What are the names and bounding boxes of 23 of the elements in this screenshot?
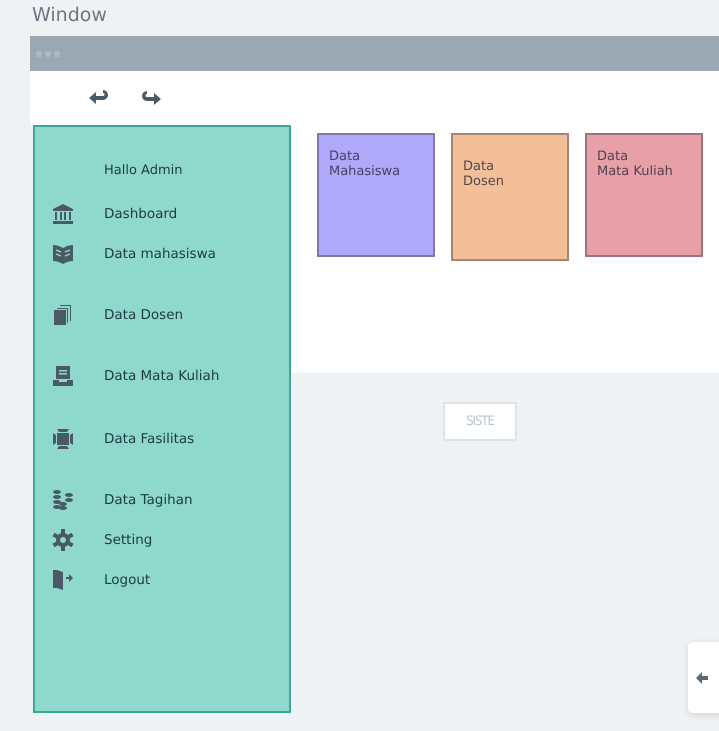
sidebar-label[interactable]: Data Tagihan xyxy=(104,492,193,508)
sidebar-label[interactable]: Data Fasilitas xyxy=(104,431,194,447)
sidebar-label[interactable]: Setting xyxy=(104,532,152,548)
data-card[interactable]: Data Mahasiswa xyxy=(317,133,435,257)
book-icon xyxy=(52,243,74,265)
data-card[interactable]: Data Mata Kuliah xyxy=(585,133,703,257)
inbox-icon xyxy=(52,365,74,387)
bank-icon xyxy=(52,203,74,225)
sidebar-label[interactable]: Dashboard xyxy=(104,206,178,222)
greeting: Hallo Admin xyxy=(104,163,184,180)
sidebar-label[interactable]: Data Mata Kuliah xyxy=(104,368,220,384)
floating-card[interactable] xyxy=(688,642,719,713)
window-title: Window xyxy=(32,4,107,26)
sidebar-label[interactable]: Data mahasiswa xyxy=(104,246,216,262)
logout-icon xyxy=(52,569,74,591)
settings-icon xyxy=(52,529,74,551)
sidebar-label[interactable]: Data Dosen xyxy=(104,307,184,323)
copy-icon xyxy=(52,304,74,326)
sidebar-label[interactable]: Logout xyxy=(104,572,150,588)
data-card[interactable]: Data Dosen xyxy=(451,133,569,261)
chip-icon xyxy=(52,428,74,450)
coins-icon xyxy=(52,489,74,511)
back-arrow-icon xyxy=(695,670,709,684)
